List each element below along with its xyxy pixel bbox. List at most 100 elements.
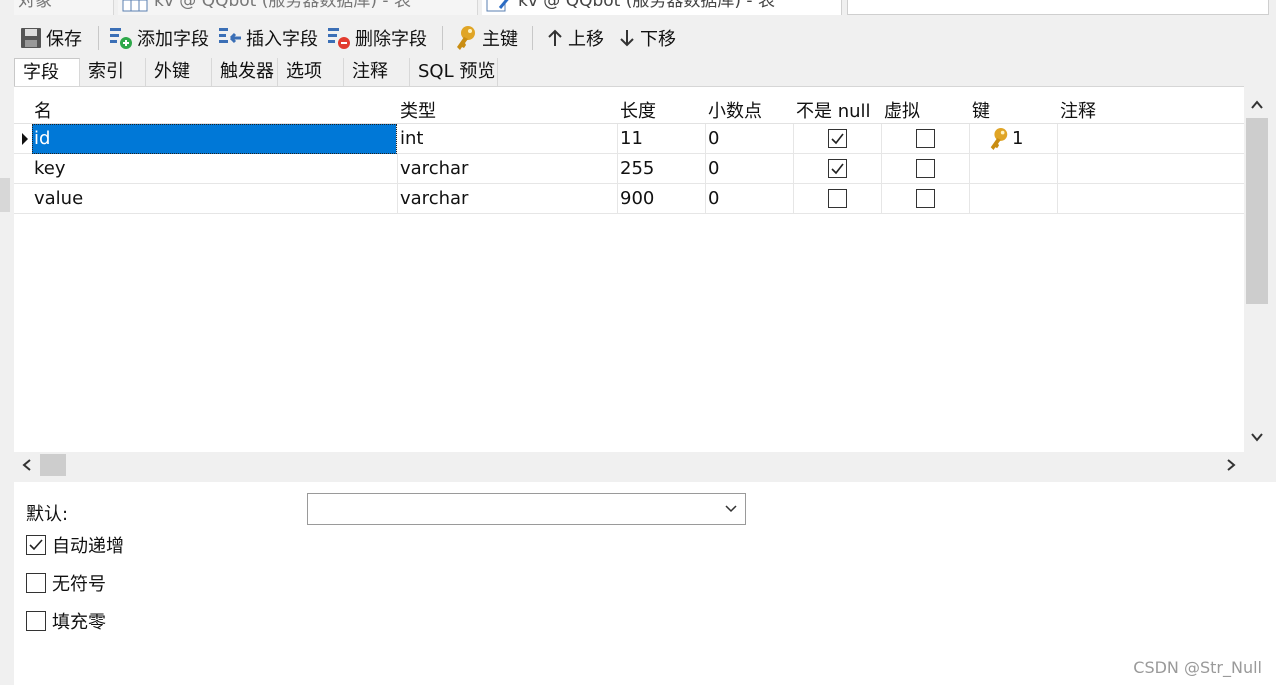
delete-field-button[interactable]: 删除字段 — [327, 22, 427, 54]
object-filter-input[interactable] — [847, 0, 1269, 15]
arrow-up-icon — [548, 29, 562, 46]
designer-tab-bar: 字段 索引 外键 触发器 选项 注释 SQL 预览 — [14, 58, 1276, 88]
cell-virtual[interactable] — [882, 124, 970, 154]
cell-comment[interactable] — [1058, 184, 1244, 214]
check-icon — [831, 163, 844, 175]
column-header-decimals[interactable]: 小数点 — [708, 97, 762, 123]
primary-key-button[interactable]: 主键 — [454, 22, 518, 54]
virtual-checkbox[interactable] — [916, 129, 935, 148]
table-icon — [122, 0, 148, 12]
tab-foreign-keys[interactable]: 外键 — [146, 58, 212, 86]
tab-fields[interactable]: 字段 — [14, 58, 80, 88]
column-header-name[interactable]: 名 — [34, 97, 52, 123]
virtual-checkbox[interactable] — [916, 159, 935, 178]
move-down-button[interactable]: 下移 — [618, 22, 676, 54]
chevron-right-icon[interactable] — [1226, 459, 1236, 471]
field-properties-panel: 默认: 自动递增 无符号 填充零 CSDN @Str_Null — [14, 482, 1276, 685]
doc-tab-table-design[interactable]: kv @ QQbot (服务器数据库) - 表 — [482, 0, 842, 15]
doc-tab-label: 对象 — [18, 0, 52, 11]
unsigned-option[interactable]: 无符号 — [26, 570, 106, 596]
save-label: 保存 — [46, 29, 82, 50]
horizontal-scroll-thumb[interactable] — [40, 454, 66, 476]
column-header-type[interactable]: 类型 — [400, 97, 436, 123]
move-down-label: 下移 — [640, 29, 676, 50]
toolbar-separator — [442, 26, 443, 50]
cell-length[interactable]: 11 — [618, 124, 706, 154]
tab-sql-preview[interactable]: SQL 预览 — [410, 58, 498, 86]
cell-key[interactable] — [970, 154, 1058, 184]
cell-length[interactable]: 900 — [618, 184, 706, 214]
check-icon — [831, 133, 844, 145]
cell-not-null[interactable] — [794, 124, 882, 154]
check-icon — [29, 539, 43, 551]
cell-name[interactable]: key — [32, 154, 398, 184]
not-null-checkbox[interactable] — [828, 159, 847, 178]
chevron-up-icon[interactable] — [1251, 100, 1263, 110]
move-up-label: 上移 — [568, 29, 604, 50]
cell-decimals[interactable]: 0 — [706, 124, 794, 154]
toolbar-separator — [532, 26, 533, 50]
cell-key[interactable] — [970, 184, 1058, 214]
auto-increment-option[interactable]: 自动递增 — [26, 532, 124, 558]
tab-options[interactable]: 选项 — [278, 58, 344, 86]
side-panel-edge — [0, 178, 10, 212]
unsigned-label: 无符号 — [52, 574, 106, 595]
cell-comment[interactable] — [1058, 124, 1244, 154]
save-icon — [21, 28, 41, 48]
column-header-key[interactable]: 键 — [972, 97, 990, 123]
auto-increment-checkbox[interactable] — [26, 535, 46, 555]
cell-length[interactable]: 255 — [618, 154, 706, 184]
column-header-comment[interactable]: 注释 — [1060, 97, 1096, 123]
move-up-button[interactable]: 上移 — [546, 22, 604, 54]
doc-tab-objects[interactable]: 对象 — [14, 0, 114, 15]
cell-type[interactable]: varchar — [398, 154, 618, 184]
insert-field-button[interactable]: 插入字段 — [218, 22, 318, 54]
vertical-scrollbar[interactable] — [1244, 94, 1270, 450]
zerofill-checkbox[interactable] — [26, 611, 46, 631]
unsigned-checkbox[interactable] — [26, 573, 46, 593]
not-null-checkbox[interactable] — [828, 189, 847, 208]
cell-type[interactable]: int — [398, 124, 618, 154]
cell-type[interactable]: varchar — [398, 184, 618, 214]
cell-not-null[interactable] — [794, 184, 882, 214]
chevron-left-icon[interactable] — [22, 459, 32, 471]
column-header-virtual[interactable]: 虚拟 — [884, 97, 920, 123]
table-row[interactable]: key varchar 255 0 — [14, 154, 1244, 184]
add-field-button[interactable]: 添加字段 — [109, 22, 209, 54]
cell-decimals[interactable]: 0 — [706, 154, 794, 184]
table-row[interactable]: id int 11 0 1 — [14, 124, 1244, 154]
cell-name[interactable]: id — [32, 124, 397, 154]
add-field-label: 添加字段 — [137, 29, 209, 50]
primary-key-label: 主键 — [482, 29, 518, 50]
save-button[interactable]: 保存 — [20, 22, 82, 54]
cell-key[interactable]: 1 — [970, 124, 1058, 154]
cell-virtual[interactable] — [882, 154, 970, 184]
vertical-scroll-thumb[interactable] — [1246, 118, 1268, 304]
tab-indexes[interactable]: 索引 — [80, 58, 146, 86]
zerofill-option[interactable]: 填充零 — [26, 608, 106, 634]
zerofill-label: 填充零 — [52, 612, 106, 633]
cell-not-null[interactable] — [794, 154, 882, 184]
key-order: 1 — [1012, 128, 1024, 149]
tab-comment[interactable]: 注释 — [344, 58, 410, 86]
column-header-length[interactable]: 长度 — [620, 97, 656, 123]
not-null-checkbox[interactable] — [828, 129, 847, 148]
table-row[interactable]: value varchar 900 0 — [14, 184, 1244, 214]
default-value-dropdown[interactable] — [307, 493, 746, 525]
column-header-not-null[interactable]: 不是 null — [796, 97, 871, 123]
default-label: 默认: — [26, 504, 69, 525]
toolbar-separator — [98, 26, 99, 50]
horizontal-scrollbar[interactable] — [14, 452, 1244, 478]
doc-tab-table-view[interactable]: kv @ QQbot (服务器数据库) - 表 — [118, 0, 478, 15]
virtual-checkbox[interactable] — [916, 189, 935, 208]
chevron-down-icon[interactable] — [1251, 432, 1263, 442]
cell-virtual[interactable] — [882, 184, 970, 214]
cell-decimals[interactable]: 0 — [706, 184, 794, 214]
fields-grid[interactable]: 名 类型 长度 小数点 不是 null 虚拟 键 注释 id int 11 0 … — [14, 86, 1244, 452]
cell-comment[interactable] — [1058, 154, 1244, 184]
add-field-icon — [110, 28, 132, 49]
delete-field-icon — [328, 28, 350, 49]
cell-name[interactable]: value — [32, 184, 398, 214]
current-row-indicator — [22, 133, 28, 145]
tab-triggers[interactable]: 触发器 — [212, 58, 278, 86]
